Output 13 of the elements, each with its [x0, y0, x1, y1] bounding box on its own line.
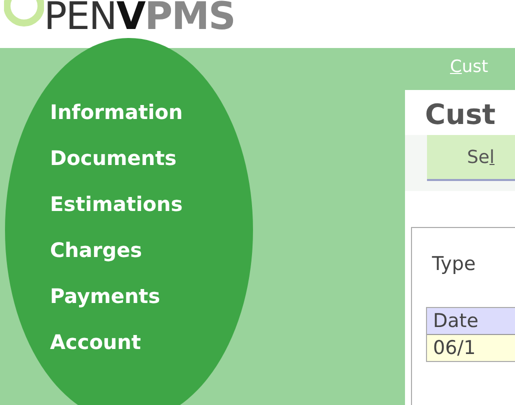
- sidebar-item[interactable]: Documents: [50, 144, 177, 172]
- sidebar-item[interactable]: Account: [50, 328, 141, 356]
- sidebar-item[interactable]: Estimations: [50, 190, 183, 218]
- sidebar-item[interactable]: Payments: [50, 282, 160, 310]
- table-cell: 06/1: [427, 335, 515, 361]
- customer-link[interactable]: Cust: [450, 56, 515, 78]
- sidebar-item[interactable]: Charges: [50, 236, 142, 264]
- column-header[interactable]: Date: [427, 308, 515, 335]
- type-label: Type: [432, 253, 477, 275]
- logo-text: PENVPMS: [44, 0, 235, 40]
- select-button[interactable]: Sel: [427, 135, 515, 181]
- page-title: Cust: [425, 98, 497, 131]
- sidebar-item[interactable]: Information: [50, 98, 183, 126]
